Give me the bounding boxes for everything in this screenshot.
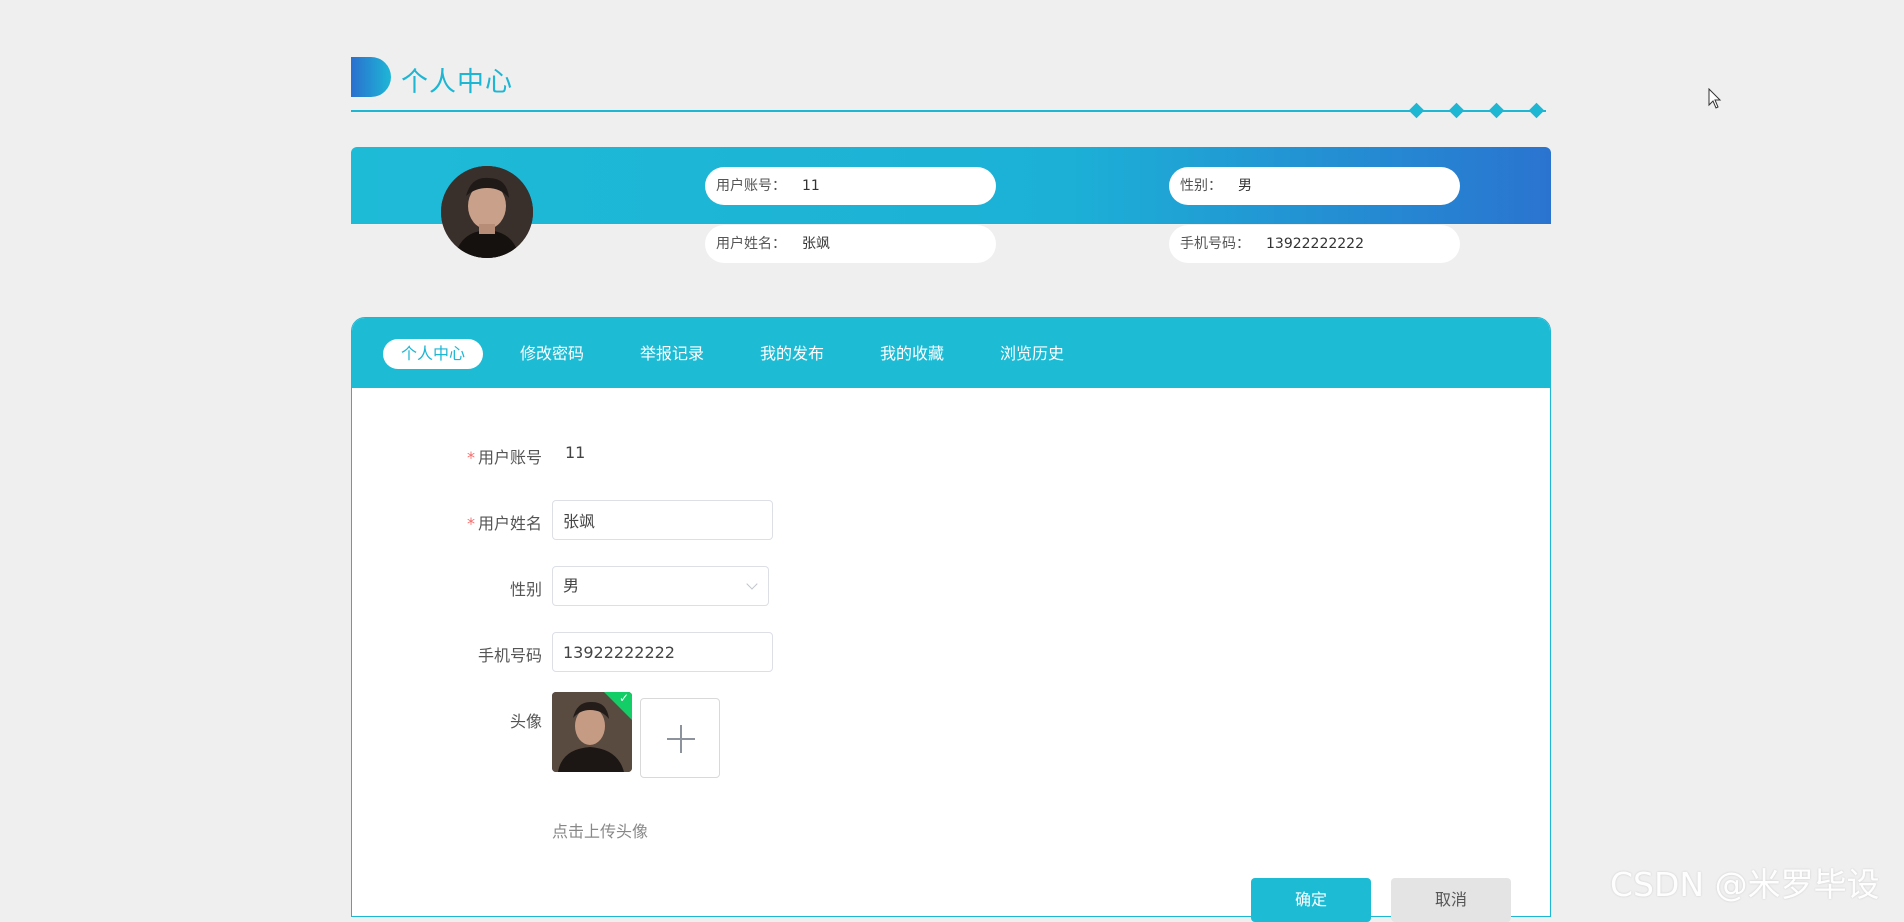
tab-personal-center[interactable]: 个人中心 xyxy=(383,339,484,369)
profile-gender-value: 男 xyxy=(1238,178,1252,194)
phone-label: 手机号码 xyxy=(477,646,542,665)
profile-name-label: 用户姓名： xyxy=(716,236,786,252)
required-mark: * xyxy=(466,448,475,467)
tab-change-password[interactable]: 修改密码 xyxy=(520,339,584,369)
profile-account-label: 用户账号： xyxy=(716,178,786,194)
gender-select[interactable]: 男 xyxy=(552,566,769,606)
account-label-text: 用户账号 xyxy=(477,448,542,467)
account-value: 11 xyxy=(565,443,586,462)
avatar-label: 头像 xyxy=(509,712,542,731)
name-input[interactable] xyxy=(552,500,773,540)
profile-name-value: 张飒 xyxy=(802,236,830,252)
profile-phone-label: 手机号码： xyxy=(1180,236,1250,252)
profile-account: 用户账号： 11 xyxy=(705,167,996,205)
confirm-button[interactable]: 确定 xyxy=(1251,878,1371,922)
tab-report-records[interactable]: 举报记录 xyxy=(640,339,704,369)
divider-diamond xyxy=(1408,102,1425,119)
tab-bar: 个人中心 修改密码 举报记录 我的发布 我的收藏 浏览历史 xyxy=(352,318,1550,388)
title-divider xyxy=(351,110,1546,112)
page-header: 个人中心 xyxy=(351,56,1546,119)
check-icon: ✓ xyxy=(618,692,629,705)
user-center-card: 个人中心 修改密码 举报记录 我的发布 我的收藏 浏览历史 xyxy=(351,317,1551,917)
required-mark: * xyxy=(466,514,475,533)
name-label: * 用户姓名 xyxy=(382,510,542,534)
upload-avatar-button[interactable] xyxy=(640,698,720,778)
account-label: * 用户账号 xyxy=(382,444,542,468)
avatar xyxy=(441,166,533,258)
profile-account-value: 11 xyxy=(802,178,820,194)
profile-gender-label: 性别： xyxy=(1180,178,1222,194)
profile-phone-value: 13922222222 xyxy=(1266,236,1364,252)
tab-my-posts[interactable]: 我的发布 xyxy=(760,339,824,369)
watermark: CSDN @米罗毕设 xyxy=(1610,865,1880,904)
profile-name: 用户姓名： 张飒 xyxy=(705,225,996,263)
tab-browse-history[interactable]: 浏览历史 xyxy=(1000,339,1064,369)
title-badge xyxy=(351,57,391,97)
avatar-photo-icon xyxy=(441,166,533,258)
chevron-down-icon xyxy=(746,578,758,590)
avatar-thumbnail[interactable]: ✓ xyxy=(552,692,632,772)
profile-phone: 手机号码： 13922222222 xyxy=(1169,225,1460,263)
divider-diamond xyxy=(1488,102,1505,119)
plus-icon xyxy=(680,725,682,753)
divider-diamond xyxy=(1528,102,1545,119)
mouse-cursor-icon xyxy=(1708,88,1722,109)
gender-label: 性别 xyxy=(509,580,542,599)
name-label-text: 用户姓名 xyxy=(477,514,542,533)
tab-my-favorites[interactable]: 我的收藏 xyxy=(880,339,944,369)
gender-select-value: 男 xyxy=(563,576,580,595)
divider-diamond xyxy=(1448,102,1465,119)
page-title: 个人中心 xyxy=(401,67,513,98)
phone-input[interactable] xyxy=(552,632,773,672)
profile-gender: 性别： 男 xyxy=(1169,167,1460,205)
upload-tip: 点击上传头像 xyxy=(552,822,649,841)
cancel-button[interactable]: 取消 xyxy=(1391,878,1511,922)
